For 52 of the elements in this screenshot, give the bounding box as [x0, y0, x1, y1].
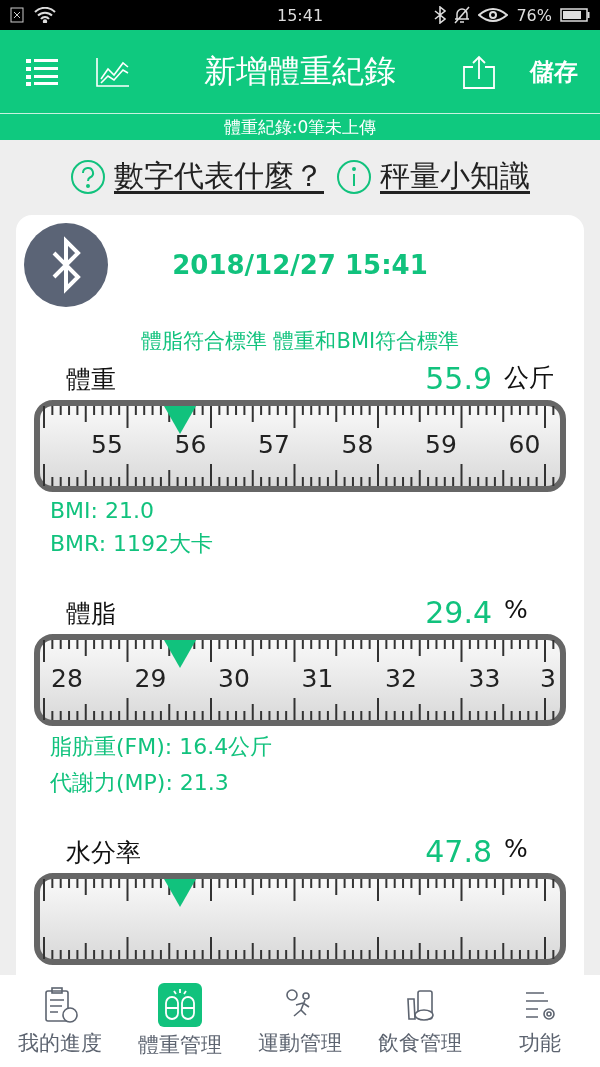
- metric-value: 29.4: [425, 595, 492, 630]
- bluetooth-icon[interactable]: [24, 223, 108, 307]
- status-time: 15:41: [276, 5, 324, 25]
- chart-icon[interactable]: [96, 56, 130, 87]
- scale-icon: [158, 983, 202, 1027]
- metric-unit: %: [503, 834, 529, 863]
- nav-tab[interactable]: 我的進度: [0, 985, 120, 1057]
- metric-detail: 脂肪重(FM): 16.4公斤: [49, 733, 274, 761]
- help-link[interactable]: 數字代表什麼？: [70, 156, 324, 197]
- metric-detail: BMR: 1192大卡: [49, 530, 215, 558]
- list-icon[interactable]: [26, 57, 58, 86]
- ruler-number: 33: [468, 664, 501, 693]
- sync-notice: 體重紀錄:0筆未上傳: [0, 113, 600, 140]
- ruler-number: 60: [508, 430, 541, 459]
- nav-tab[interactable]: 運動管理: [240, 985, 360, 1057]
- info-icon: [336, 158, 372, 195]
- ruler-number: 32: [385, 664, 417, 693]
- bluetooth-icon: [434, 6, 447, 24]
- eye-icon: [478, 7, 509, 23]
- ruler-number: 59: [425, 430, 457, 459]
- metric-value: 47.8: [425, 834, 492, 869]
- ruler-number: 58: [341, 430, 374, 459]
- help-icon: [70, 158, 106, 195]
- ruler-number: 29: [134, 664, 167, 693]
- battery-icon: [560, 8, 590, 22]
- ruler-number: 55: [91, 430, 123, 459]
- metric-label: 體脂: [66, 598, 117, 630]
- sim-icon: [10, 7, 24, 23]
- metric-label: 體重: [66, 364, 117, 396]
- metric-label: 水分率: [66, 837, 142, 869]
- assessment-text: 體脂符合標準 體重和BMI符合標準: [139, 328, 461, 355]
- help-link[interactable]: 秤量小知識: [336, 156, 530, 197]
- bell-off-icon: [454, 6, 471, 24]
- battery-percent: 76%: [516, 5, 552, 25]
- page-title: 新增體重紀錄: [204, 50, 396, 92]
- ruler-number: 28: [51, 664, 83, 693]
- metric-unit: 公斤: [503, 362, 555, 394]
- share-icon[interactable]: [462, 54, 496, 89]
- metric-value: 55.9: [425, 361, 492, 396]
- ruler-number: 30: [218, 664, 250, 693]
- nav-tab[interactable]: 體重管理: [120, 983, 240, 1059]
- metric-unit: %: [503, 595, 529, 624]
- ruler-number: 31: [301, 664, 334, 693]
- ruler-number: 56: [174, 430, 207, 459]
- nav-tab[interactable]: 功能: [480, 985, 600, 1057]
- record-datetime: 2018/12/27 15:41: [171, 250, 429, 280]
- ruler-number: 3: [540, 664, 556, 693]
- metric-detail: BMI: 21.0: [49, 497, 155, 523]
- ruler-number: 57: [258, 430, 290, 459]
- wifi-icon: [34, 7, 56, 23]
- nav-tab[interactable]: 飲食管理: [360, 985, 480, 1057]
- metric-detail: 代謝力(MP): 21.3: [49, 769, 230, 797]
